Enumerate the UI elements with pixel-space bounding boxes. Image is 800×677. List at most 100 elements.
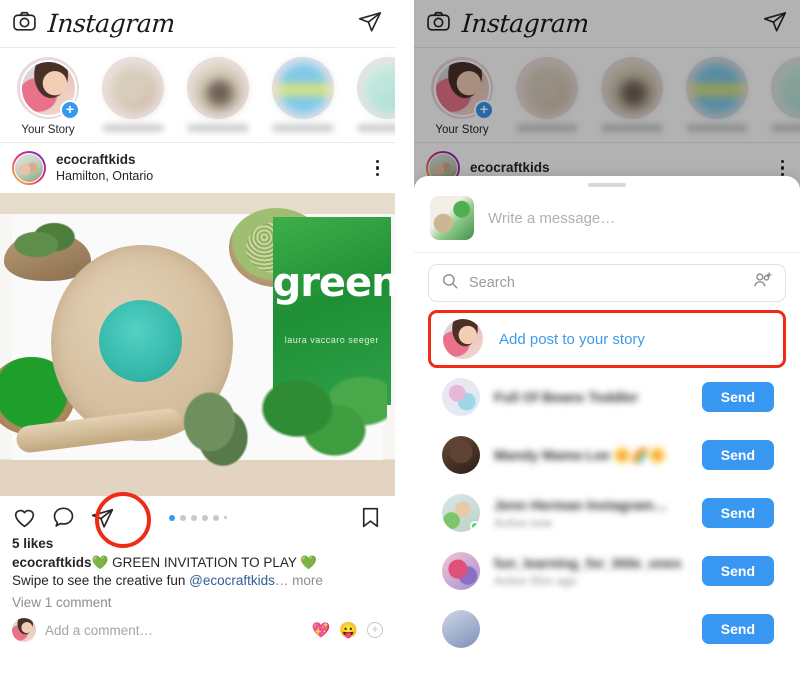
add-comment-row[interactable]: Add a comment… 💖 😛 + — [0, 610, 395, 643]
camera-icon[interactable] — [12, 9, 37, 39]
story-label — [102, 124, 164, 132]
post-image-book-author: laura vaccaro seeger — [284, 335, 379, 346]
contact-meta: Full Of Beans Toddler — [494, 389, 688, 405]
contact-name: Jenn Herman Instagram… — [494, 496, 668, 513]
story-item[interactable] — [182, 57, 254, 136]
add-comment-input[interactable]: Add a comment… — [45, 623, 303, 638]
carousel-dot — [212, 514, 219, 521]
post-image-mint-leaves — [248, 359, 388, 481]
search-icon — [441, 272, 459, 295]
post-image-book-title: green — [272, 259, 395, 306]
instagram-logo: Instagram — [46, 9, 176, 38]
story-item[interactable] — [267, 57, 339, 136]
contact-meta: Jenn Herman Instagram… Active now — [494, 497, 688, 530]
search-box[interactable]: Search — [428, 264, 786, 302]
post-username[interactable]: ecocraftkids — [56, 152, 356, 169]
search-section: Search — [414, 253, 800, 310]
contact-row[interactable]: Jenn Herman Instagram… Active now Send — [414, 484, 800, 542]
caption-username[interactable]: ecocraftkids — [12, 555, 92, 570]
caption-more-link[interactable]: more — [288, 573, 323, 588]
carousel-dot-active — [168, 514, 175, 521]
emoji-heart-icon[interactable]: 💖 — [312, 621, 331, 639]
contact-status: Active now — [494, 515, 553, 530]
post-author-avatar-ring[interactable] — [12, 151, 46, 185]
post-location[interactable]: Hamilton, Ontario — [56, 169, 356, 185]
contact-name: fun_learning_for_little_ones — [494, 554, 682, 571]
comment-bubble-icon[interactable] — [51, 505, 76, 530]
share-paper-plane-icon[interactable] — [90, 505, 115, 530]
send-button[interactable]: Send — [701, 498, 774, 528]
right-panel-share-sheet-view: Instagram + Your Story ecocraftkids Writ… — [414, 0, 800, 677]
contact-row[interactable]: Mandy Mama Lee 🌼🌈🌼 Send — [414, 426, 800, 484]
contact-name: Mandy Mama Lee 🌼🌈🌼 — [494, 446, 667, 463]
carousel-dot — [201, 514, 208, 521]
add-sticker-icon[interactable]: + — [367, 622, 383, 639]
story-ring — [102, 57, 164, 119]
view-comments-link[interactable]: View 1 comment — [0, 590, 395, 610]
stories-tray[interactable]: + Your Story — [0, 48, 395, 143]
story-ring — [272, 57, 334, 119]
send-button[interactable]: Send — [701, 382, 774, 412]
avatar — [359, 59, 395, 117]
heart-icon[interactable] — [12, 505, 37, 530]
emoji-face-icon[interactable]: 😛 — [339, 621, 358, 639]
share-paper-plane-icon[interactable] — [357, 8, 383, 39]
story-label — [187, 124, 249, 132]
story-label: Your Story — [21, 124, 75, 136]
caption-mention[interactable]: @ecocraftkids — [189, 573, 275, 588]
panel-gutter — [395, 0, 414, 677]
avatar — [442, 436, 480, 474]
contact-name: Full Of Beans Toddler — [494, 389, 639, 405]
avatar — [14, 153, 44, 183]
avatar — [442, 494, 480, 532]
caption-heart-right: 💚 — [300, 555, 318, 570]
search-input[interactable]: Search — [469, 275, 742, 291]
story-item[interactable] — [352, 57, 395, 136]
add-post-to-your-story-label[interactable]: Add post to your story — [499, 331, 645, 348]
bookmark-icon[interactable] — [358, 505, 383, 530]
more-options-icon[interactable] — [366, 156, 384, 181]
instagram-header: Instagram — [0, 0, 395, 48]
add-people-icon[interactable] — [752, 270, 773, 296]
send-button[interactable]: Send — [701, 614, 774, 644]
add-story-plus-icon[interactable]: + — [60, 100, 80, 120]
story-label — [272, 124, 334, 132]
contact-row[interactable]: fun_learning_for_little_ones Active 55m … — [414, 542, 800, 600]
story-ring — [357, 57, 395, 119]
caption-text: GREEN INVITATION TO PLAY — [108, 555, 301, 570]
post-image[interactable]: green laura vaccaro seeger — [0, 193, 395, 496]
carousel-dot — [190, 514, 197, 521]
avatar — [442, 378, 480, 416]
carousel-dot — [179, 514, 186, 521]
header-left-group: Instagram — [12, 9, 176, 39]
post-thumbnail — [430, 196, 474, 240]
write-message-input[interactable]: Write a message… — [488, 210, 615, 227]
send-button[interactable]: Send — [701, 440, 774, 470]
post-caption: ecocraftkids💚 GREEN INVITATION TO PLAY 💚… — [0, 551, 395, 590]
caption-heart-left: 💚 — [91, 555, 109, 570]
send-button[interactable]: Send — [701, 556, 774, 586]
avatar — [12, 618, 36, 643]
add-post-to-your-story-row[interactable]: Add post to your story — [428, 310, 786, 368]
write-message-row[interactable]: Write a message… — [414, 187, 800, 253]
post-image-sage-leaves — [173, 380, 253, 472]
contact-row[interactable]: Send — [414, 600, 800, 658]
screenshot-stage: Instagram + Your Story ecocraftkids Hami… — [0, 0, 800, 677]
carousel-dot-partial — [223, 516, 227, 519]
caption-line-two: Swipe to see the creative fun — [12, 573, 190, 589]
story-item[interactable] — [97, 57, 169, 136]
contact-meta: Mandy Mama Lee 🌼🌈🌼 — [494, 447, 688, 464]
avatar — [443, 319, 483, 359]
contact-row[interactable]: Full Of Beans Toddler Send — [414, 368, 800, 426]
avatar — [104, 59, 162, 117]
avatar — [442, 552, 480, 590]
contact-meta: fun_learning_for_little_ones Active 55m … — [494, 555, 688, 588]
contact-status: Active 55m ago — [494, 573, 577, 588]
story-ring — [187, 57, 249, 119]
avatar — [442, 610, 480, 648]
story-item-your-story[interactable]: + Your Story — [12, 57, 84, 136]
caption-ellipsis: … — [274, 573, 289, 589]
like-count[interactable]: 5 likes — [0, 534, 395, 551]
avatar — [189, 59, 247, 117]
online-status-dot — [470, 521, 480, 531]
